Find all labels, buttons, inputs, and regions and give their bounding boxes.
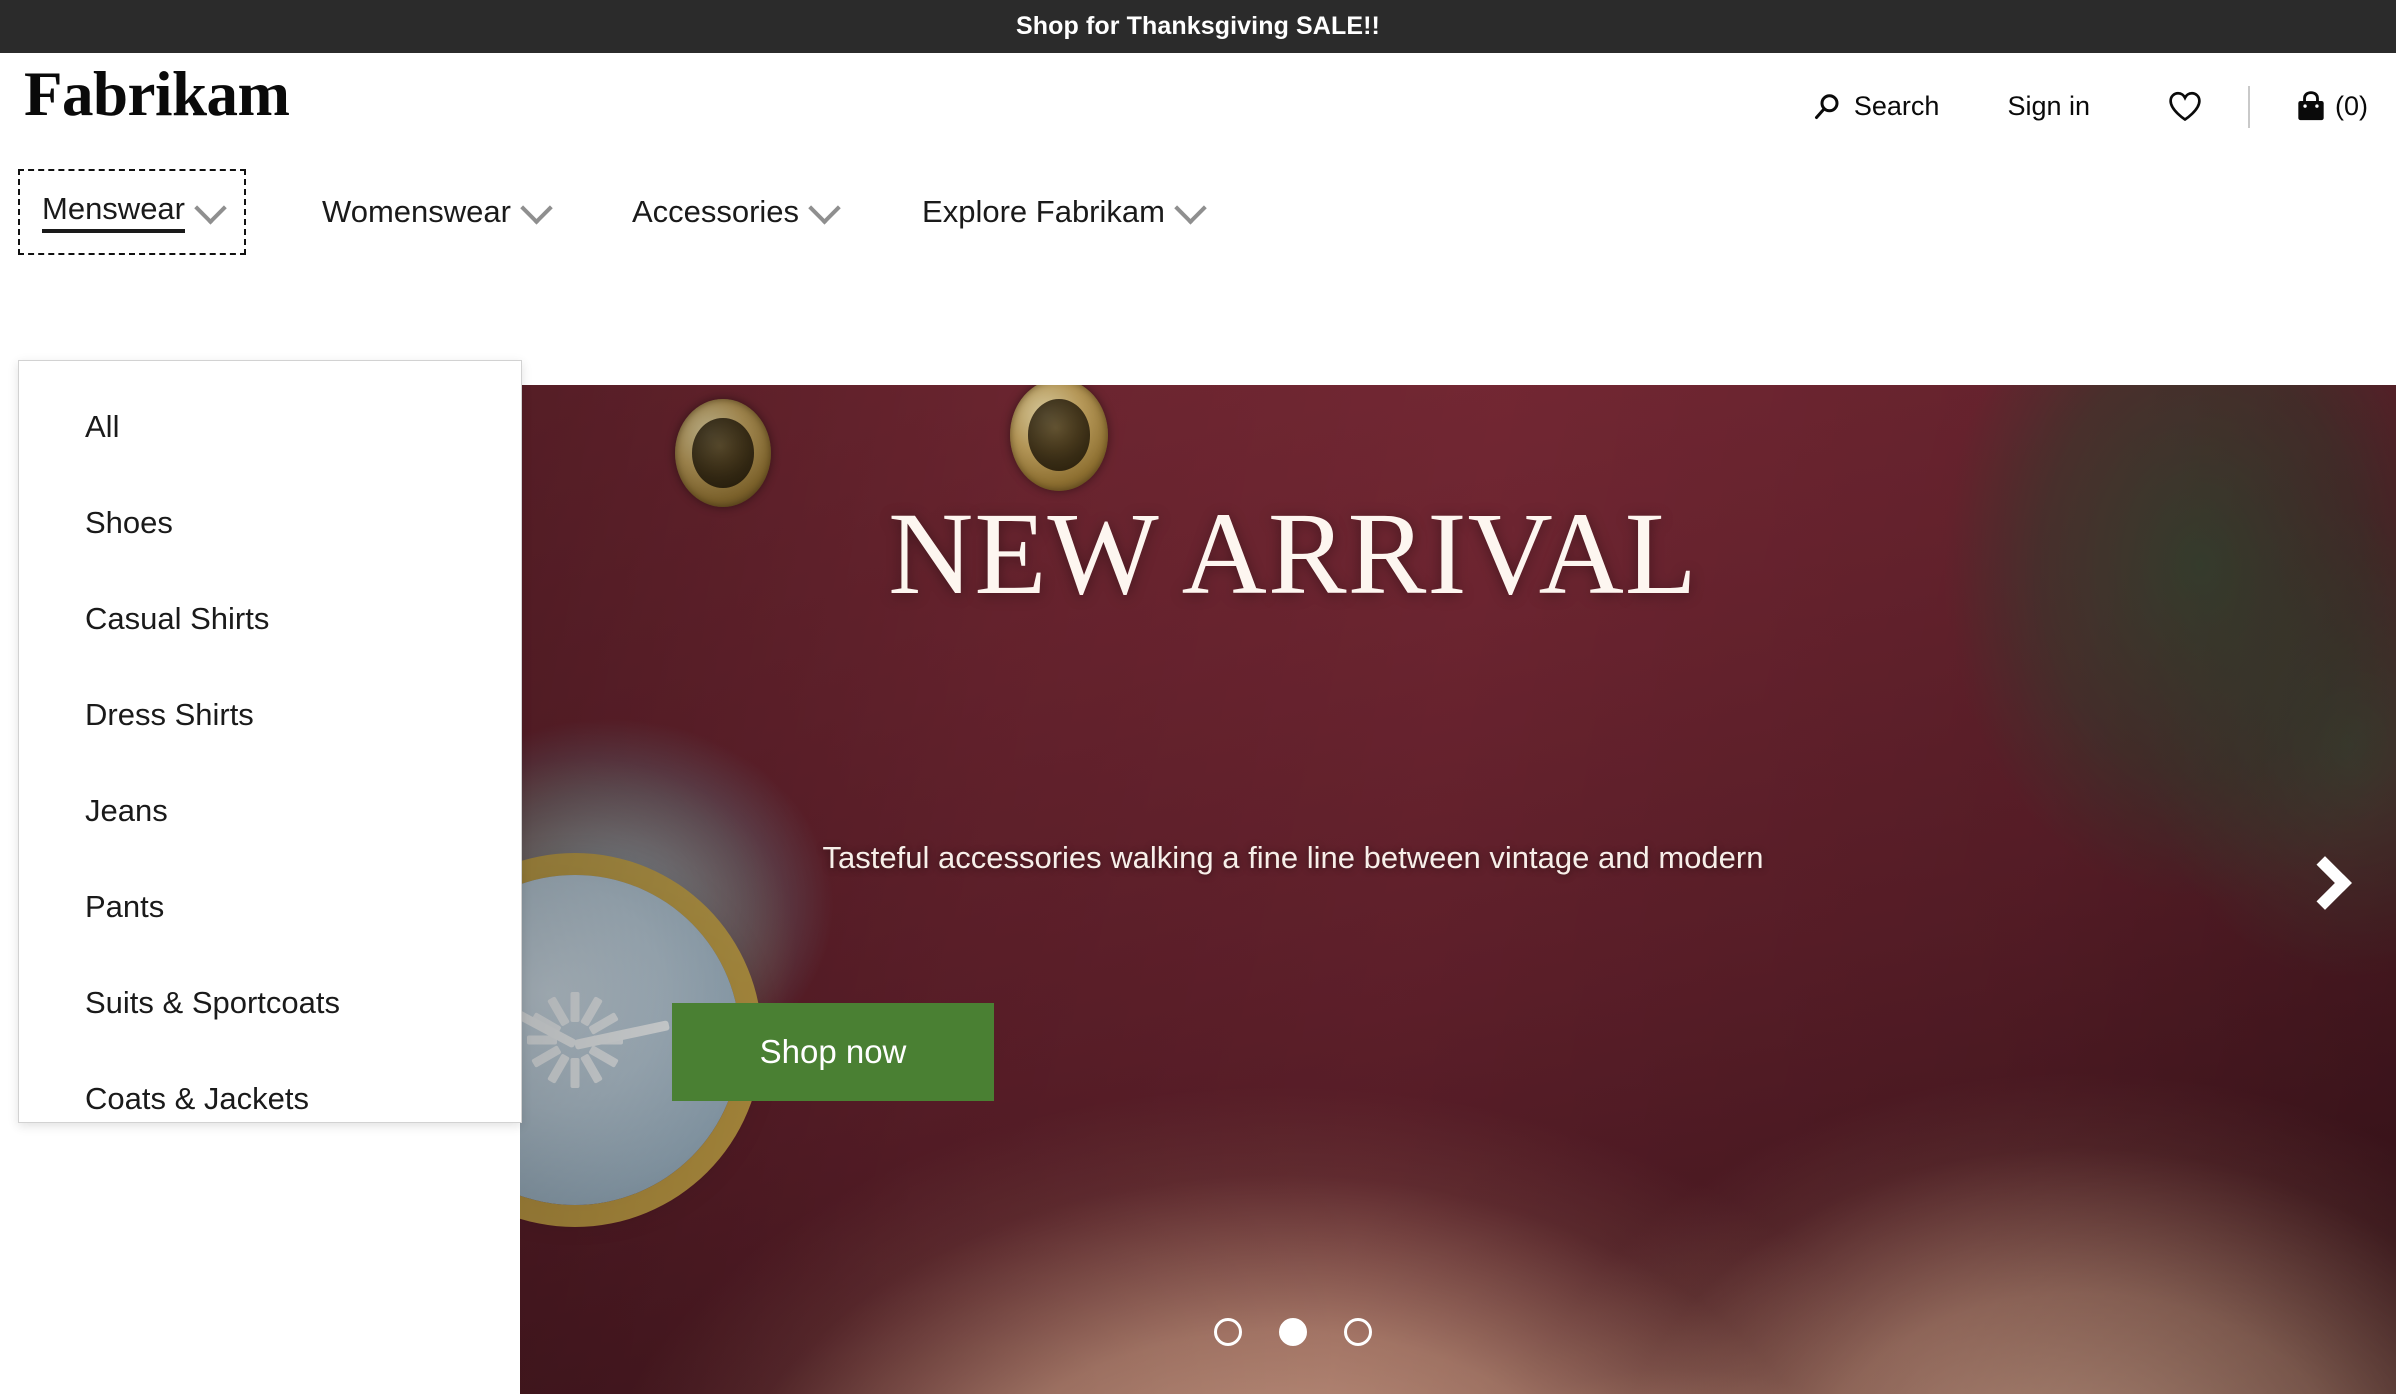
sign-in-label: Sign in <box>2007 91 2090 121</box>
hero-carousel: NEW ARRIVAL Tasteful accessories walking… <box>520 385 2396 1394</box>
chevron-down-icon <box>194 191 227 225</box>
sign-in-button[interactable]: Sign in <box>2007 91 2090 122</box>
chevron-down-icon <box>808 191 841 225</box>
main-navigation: Menswear Womenswear Accessories Explore … <box>0 160 2396 268</box>
nav-item-menswear-label: Menswear <box>42 191 185 233</box>
dropdown-item-coats-jackets[interactable]: Coats & Jackets <box>19 1051 521 1147</box>
menswear-dropdown-menu: All Shoes Casual Shirts Dress Shirts Jea… <box>18 360 522 1123</box>
nav-item-womenswear-label: Womenswear <box>322 194 511 229</box>
heart-icon <box>2168 91 2202 122</box>
site-header: Fabrikam Search Sign in (0) <box>0 53 2396 160</box>
chevron-down-icon <box>1174 191 1207 225</box>
nav-item-explore-fabrikam[interactable]: Explore Fabrikam <box>914 169 1210 255</box>
carousel-next-button[interactable] <box>2296 847 2354 919</box>
chevron-down-icon <box>520 191 553 225</box>
nav-item-menswear[interactable]: Menswear <box>18 169 246 255</box>
shop-now-button[interactable]: Shop now <box>672 1003 994 1101</box>
dropdown-item-jeans[interactable]: Jeans <box>19 763 521 859</box>
page-root: Shop for Thanksgiving SALE!! Fabrikam Se… <box>0 0 2396 1394</box>
carousel-indicators <box>520 1318 2396 1346</box>
hero-content: NEW ARRIVAL Tasteful accessories walking… <box>520 385 2396 1394</box>
cart-count: (0) <box>2335 91 2368 121</box>
nav-item-explore-fabrikam-label: Explore Fabrikam <box>922 194 1165 229</box>
nav-list: Menswear Womenswear Accessories Explore … <box>18 160 1210 268</box>
dropdown-item-suits-sportcoats[interactable]: Suits & Sportcoats <box>19 955 521 1051</box>
hero-subtitle: Tasteful accessories walking a fine line… <box>822 840 1764 875</box>
carousel-dot-3[interactable] <box>1344 1318 1372 1346</box>
promo-banner: Shop for Thanksgiving SALE!! <box>0 0 2396 53</box>
cart-button[interactable]: (0) <box>2296 91 2368 122</box>
search-button[interactable]: Search <box>1812 91 1940 122</box>
dropdown-item-all[interactable]: All <box>19 379 521 475</box>
dropdown-item-pants[interactable]: Pants <box>19 859 521 955</box>
nav-item-accessories[interactable]: Accessories <box>624 169 844 255</box>
dropdown-item-dress-shirts[interactable]: Dress Shirts <box>19 667 521 763</box>
dropdown-item-casual-shirts[interactable]: Casual Shirts <box>19 571 521 667</box>
brand-logo[interactable]: Fabrikam <box>24 63 290 126</box>
header-actions: Search Sign in (0) <box>1812 53 2368 160</box>
carousel-dot-1[interactable] <box>1214 1318 1242 1346</box>
dropdown-item-shoes[interactable]: Shoes <box>19 475 521 571</box>
nav-item-accessories-label: Accessories <box>631 194 800 229</box>
header-divider <box>2248 85 2250 128</box>
promo-banner-text: Shop for Thanksgiving SALE!! <box>1016 12 1380 40</box>
hero-title: NEW ARRIVAL <box>888 488 1698 619</box>
shopping-bag-icon <box>2296 91 2326 122</box>
carousel-dot-2[interactable] <box>1279 1318 1307 1346</box>
wishlist-button[interactable] <box>2168 91 2202 122</box>
nav-item-womenswear[interactable]: Womenswear <box>314 169 556 255</box>
chevron-right-icon <box>2298 856 2352 910</box>
search-icon <box>1812 92 1842 122</box>
search-label: Search <box>1853 91 1940 121</box>
